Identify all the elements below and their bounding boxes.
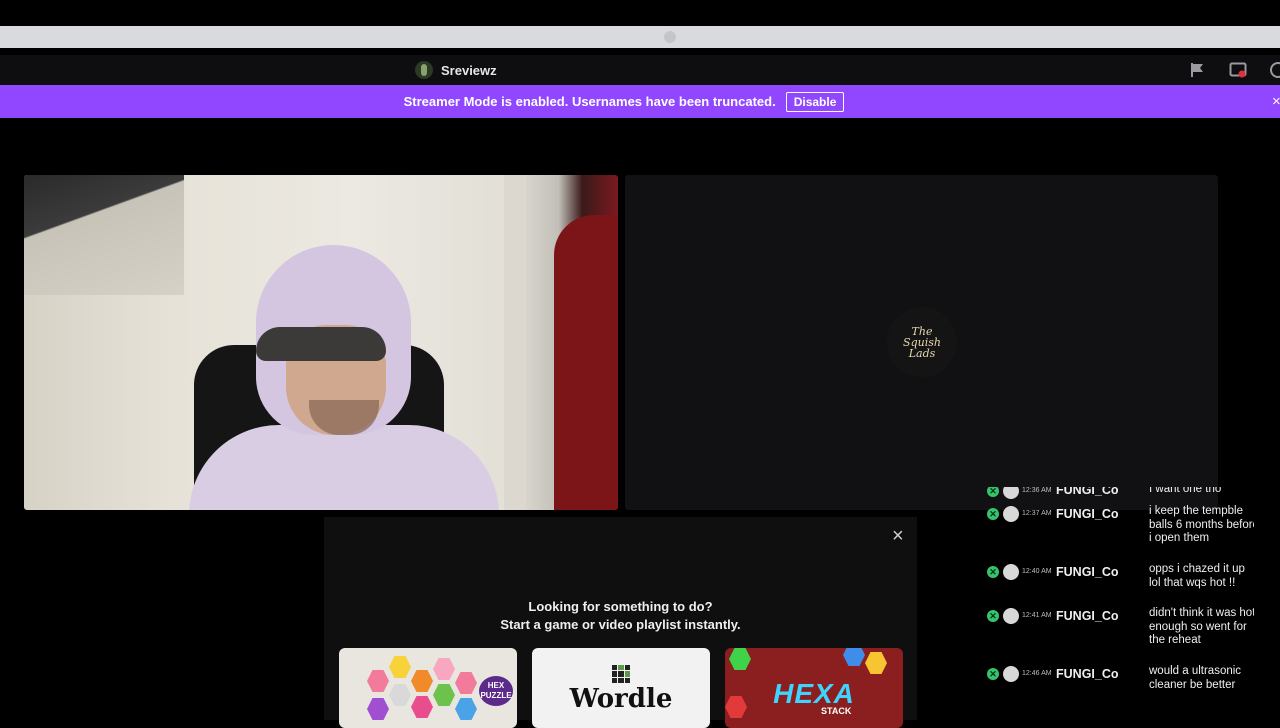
hex-tile (367, 698, 389, 720)
chat-text: opps i chazed it up lol that wqs hot !! (1149, 563, 1245, 589)
chat-text: didn't think it was hot enough so went f… (1149, 607, 1254, 646)
hex-tile (729, 648, 751, 670)
chat-timestamp: 12:37 AM (1022, 510, 1052, 517)
chat-username: FUNGI_Co (1056, 667, 1119, 681)
chat-username: FUNGI_Co (1056, 609, 1119, 623)
mod-badge-icon: ✕ (987, 668, 999, 680)
hex-tile (367, 670, 389, 692)
avatar (1003, 666, 1019, 682)
screen-share-icon[interactable] (1229, 61, 1247, 79)
door-frame (504, 175, 526, 510)
flag-icon[interactable] (1189, 61, 1207, 79)
close-icon[interactable]: × (892, 525, 904, 548)
mod-badge-icon: ✕ (987, 487, 999, 497)
camera-dot (664, 31, 676, 43)
streamer-mode-banner: Streamer Mode is enabled. Usernames have… (0, 85, 1280, 118)
hex-puzzle-logo: HEX PUZZLE (479, 676, 513, 706)
hex-tile (455, 698, 477, 720)
chat-username: FUNGI_Co (1056, 507, 1119, 521)
browser-top-bar (0, 26, 1280, 48)
chat-username: FUNGI_Co (1056, 565, 1119, 579)
chat-overlay: ✕ 12:36 AM FUNGI_Co I want one tho ✕ 12:… (984, 487, 1254, 720)
panel-subtitle: Start a game or video playlist instantly… (500, 617, 741, 632)
chat-timestamp: 12:36 AM (1022, 487, 1052, 494)
hex-tile (389, 684, 411, 706)
chat-message: ✕ 12:41 AM FUNGI_Co didn't think it was … (984, 607, 1254, 659)
chat-text: I want one tho (1149, 487, 1222, 495)
webcam-video[interactable] (24, 175, 618, 510)
banner-text: Streamer Mode is enabled. Usernames have… (403, 94, 776, 109)
stream-title-bar: Sreviewz (0, 55, 1280, 85)
avatar (1003, 487, 1019, 499)
panel-title: Looking for something to do? (528, 599, 713, 614)
chat-timestamp: 12:40 AM (1022, 568, 1052, 575)
chat-text: would a ultrasonic cleaner be better (1149, 665, 1242, 691)
hex-tile (433, 684, 455, 706)
chat-timestamp: 12:41 AM (1022, 612, 1052, 619)
avatar (1003, 608, 1019, 624)
disable-button[interactable]: Disable (785, 91, 845, 112)
ceiling-shape (24, 175, 184, 295)
hexa-subtitle: STACK (821, 706, 852, 716)
avatar (1003, 506, 1019, 522)
hexa-stack-card[interactable]: HEXA STACK (725, 648, 903, 728)
hex-tile (843, 648, 865, 666)
mod-badge-icon: ✕ (987, 508, 999, 520)
hex-tile (411, 696, 433, 718)
hex-tile (455, 672, 477, 694)
close-icon[interactable]: × (1272, 93, 1280, 110)
wordle-grid-icon (612, 665, 630, 683)
hexa-title: HEXA (773, 678, 855, 709)
hex-tile (865, 652, 887, 674)
chat-message: ✕ 12:46 AM FUNGI_Co would a ultrasonic c… (984, 665, 1254, 717)
channel-avatar[interactable] (415, 61, 433, 79)
mod-badge-icon: ✕ (987, 610, 999, 622)
squish-lads-logo: The Squish Lads (887, 307, 957, 377)
person-cap (256, 327, 386, 361)
avatar (1003, 564, 1019, 580)
chat-username: FUNGI_Co (1056, 487, 1119, 497)
wordle-title: Wordle (569, 684, 673, 714)
person-hoodie (189, 425, 499, 510)
channel-name[interactable]: Sreviewz (441, 63, 497, 78)
activity-panel: × Looking for something to do? Start a g… (324, 517, 917, 728)
mod-badge-icon: ✕ (987, 566, 999, 578)
hex-tile (389, 656, 411, 678)
hex-tile (433, 658, 455, 680)
red-jacket-person (554, 215, 618, 510)
wordle-card[interactable]: Wordle (532, 648, 710, 728)
chat-timestamp: 12:46 AM (1022, 670, 1052, 677)
channel-info[interactable]: Sreviewz (415, 61, 497, 79)
help-icon[interactable] (1270, 62, 1280, 78)
hex-puzzle-card[interactable]: HEX PUZZLE (339, 648, 517, 728)
chat-text: i keep the tempble balls 6 months before… (1149, 505, 1254, 544)
chat-message: ✕ 12:37 AM FUNGI_Co i keep the tempble b… (984, 505, 1254, 557)
hex-tile (411, 670, 433, 692)
